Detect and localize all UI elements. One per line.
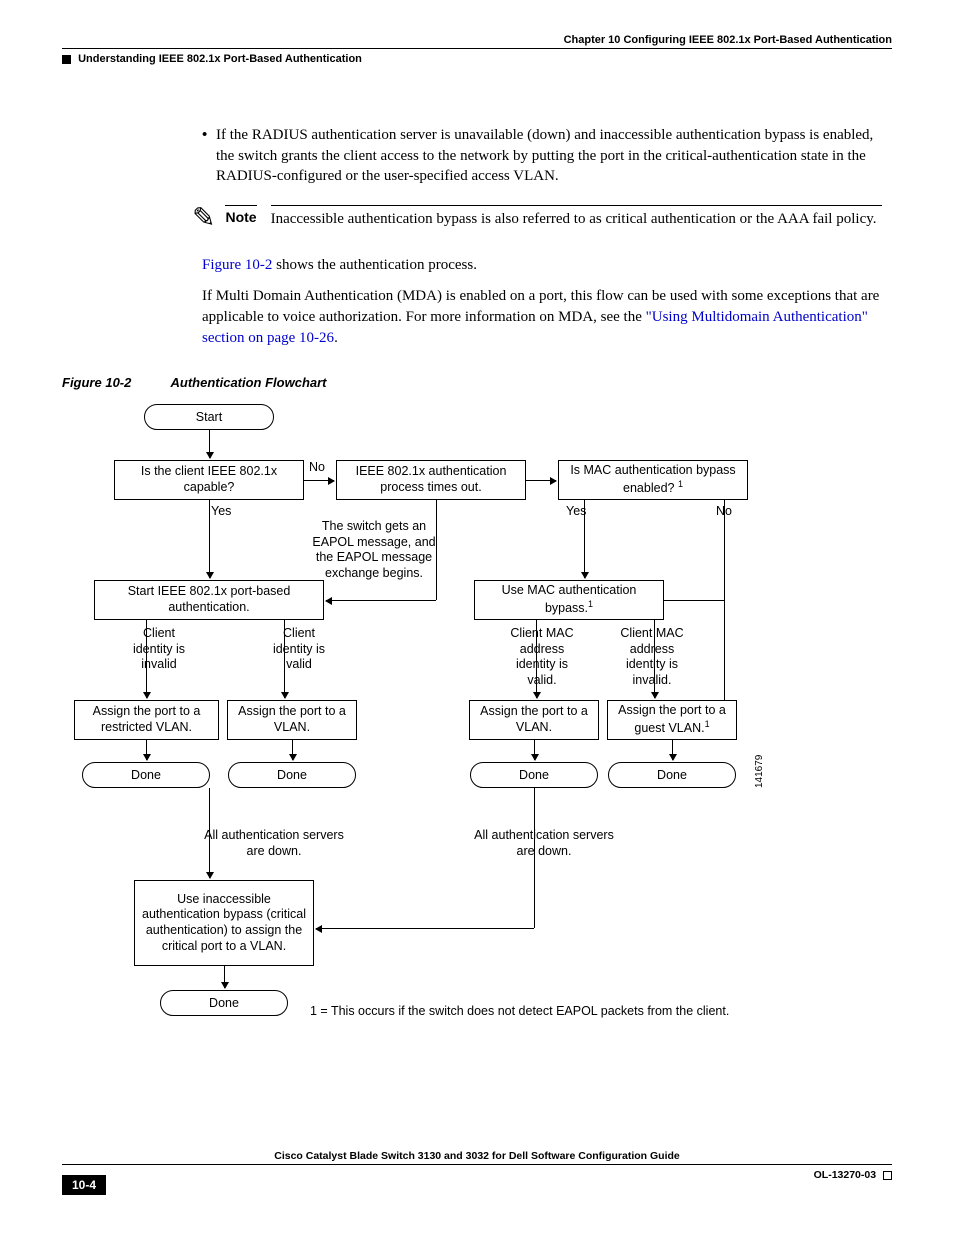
- done-4: Done: [608, 762, 736, 788]
- label-client-valid: Client identity is valid: [264, 626, 334, 673]
- label-mac-invalid: Client MAC address identity is invalid.: [612, 626, 692, 689]
- section-title: Understanding IEEE 802.1x Port-Based Aut…: [78, 53, 362, 65]
- line-macno-h: [664, 600, 724, 601]
- arrow-to-timeout: [304, 480, 334, 481]
- para-mda: If Multi Domain Authentication (MDA) is …: [202, 286, 882, 349]
- box-assign-vlan-1: Assign the port to a VLAN.: [227, 700, 357, 740]
- arrow-done-2v: [292, 740, 293, 760]
- page-number: 10-4: [62, 1175, 106, 1195]
- chapter-title: Chapter 10 Configuring IEEE 802.1x Port-…: [564, 34, 892, 46]
- arrow-macvalid-down: [536, 620, 537, 698]
- start-label: Start: [196, 410, 222, 424]
- para1b: shows the authentication process.: [272, 257, 477, 273]
- done-5: Done: [160, 990, 288, 1016]
- arrow-done-3v: [534, 740, 535, 760]
- arrow-done-1v: [146, 740, 147, 760]
- line-serversdown-right-v: [534, 788, 535, 928]
- label-servers-down-1: All authentication servers are down.: [204, 828, 344, 859]
- box-assign-vlan-2: Assign the port to a VLAN.: [469, 700, 599, 740]
- bullet-dot: •: [202, 125, 216, 187]
- para-fig-ref: Figure 10-2 shows the authentication pro…: [202, 255, 882, 276]
- start-terminator: Start: [144, 404, 274, 430]
- header-rule: [62, 48, 892, 49]
- box-critical-auth: Use inaccessible authentication bypass (…: [134, 880, 314, 966]
- doc-id: OL-13270-03: [814, 1169, 876, 1181]
- flowchart: Start Is the client IEEE 802.1x capable?…: [54, 404, 774, 1074]
- label-yes-1: Yes: [211, 504, 231, 520]
- box-guest-vlan: Assign the port to a guest VLAN.1: [607, 700, 737, 740]
- note-label: Note: [225, 205, 256, 225]
- arrow-eapol-left: [326, 600, 436, 601]
- arrow-serversdown-right-h: [316, 928, 534, 929]
- para2c: .: [334, 330, 338, 346]
- box-start-auth: Start IEEE 802.1x port-based authenticat…: [94, 580, 324, 620]
- section-row: Understanding IEEE 802.1x Port-Based Aut…: [62, 53, 892, 65]
- pencil-icon: ✎: [192, 201, 215, 235]
- line-no-to-guest: [724, 600, 725, 700]
- arrow-start-down: [209, 430, 210, 458]
- arrow-q1-down: [209, 500, 210, 578]
- note-block: ✎ Note Inaccessible authentication bypas…: [192, 205, 882, 235]
- line-macno-join: [724, 586, 725, 600]
- arrow-critical-done: [224, 966, 225, 988]
- label-client-invalid: Client identity is invalid: [124, 626, 194, 673]
- done-1: Done: [82, 762, 210, 788]
- decision-mac-enabled: Is MAC authentication bypass enabled? 1: [558, 460, 748, 500]
- running-header: Chapter 10 Configuring IEEE 802.1x Port-…: [62, 34, 892, 46]
- arrow-done-4v: [672, 740, 673, 760]
- arrow-macinvalid-down: [654, 620, 655, 698]
- figure-number: Figure 10-2: [62, 375, 131, 390]
- figure-caption: Figure 10-2 Authentication Flowchart: [62, 375, 892, 390]
- decision-client-capable: Is the client IEEE 802.1x capable?: [114, 460, 304, 500]
- body-column: • If the RADIUS authentication server is…: [202, 125, 882, 349]
- box-restricted-vlan: Assign the port to a restricted VLAN.: [74, 700, 219, 740]
- page: Chapter 10 Configuring IEEE 802.1x Port-…: [0, 0, 954, 1235]
- figure-title: Authentication Flowchart: [171, 375, 327, 390]
- line-macno-down: [724, 500, 725, 586]
- arrow-serversdown-left: [209, 788, 210, 878]
- label-mac-valid: Client MAC address identity is valid.: [502, 626, 582, 689]
- square-icon: [62, 55, 71, 64]
- arrow-macq-yes: [584, 500, 585, 578]
- square-outline-icon: [883, 1171, 892, 1180]
- bullet-item: • If the RADIUS authentication server is…: [202, 125, 882, 187]
- page-footer: Cisco Catalyst Blade Switch 3130 and 303…: [62, 1150, 892, 1195]
- done-3: Done: [470, 762, 598, 788]
- label-servers-down-2: All authentication servers are down.: [474, 828, 614, 859]
- book-title: Cisco Catalyst Blade Switch 3130 and 303…: [274, 1150, 680, 1162]
- line-timeout-down: [436, 500, 437, 600]
- figure-link[interactable]: Figure 10-2: [202, 257, 272, 273]
- box-timeout: IEEE 802.1x authentication process times…: [336, 460, 526, 500]
- label-eapol: The switch gets an EAPOL message, and th…: [309, 519, 439, 582]
- footer-rule: [62, 1164, 892, 1165]
- box-use-mac: Use MAC authentication bypass.1: [474, 580, 664, 620]
- note-text: Inaccessible authentication bypass is al…: [271, 205, 882, 230]
- arrow-invalid-down: [146, 620, 147, 698]
- done-2: Done: [228, 762, 356, 788]
- label-no-1: No: [309, 460, 325, 476]
- flow-footnote: 1 = This occurs if the switch does not d…: [310, 1004, 729, 1018]
- bullet-text: If the RADIUS authentication server is u…: [216, 125, 882, 187]
- arrow-valid-down: [284, 620, 285, 698]
- arrow-to-mac-q: [526, 480, 556, 481]
- figure-id: 141679: [754, 755, 765, 788]
